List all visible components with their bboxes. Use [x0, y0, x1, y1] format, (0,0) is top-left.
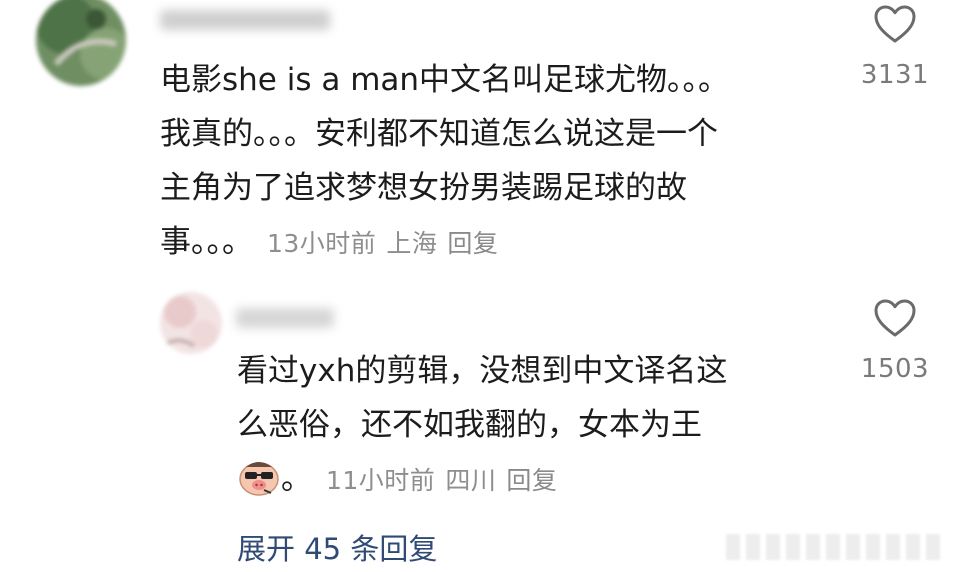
comment-meta: 13小时前 上海 回复 — [267, 229, 508, 258]
reply-button[interactable]: 回复 — [447, 229, 498, 258]
like-button[interactable]: 1503 — [850, 298, 940, 384]
comment-time: 13小时前 — [267, 229, 377, 258]
username-blurred — [236, 308, 334, 328]
expand-replies-link[interactable]: 展开 45 条回复 — [237, 526, 437, 568]
watermark-blurred — [726, 534, 946, 560]
like-count: 3131 — [860, 60, 930, 90]
comment-location: 上海 — [386, 229, 438, 258]
like-button[interactable]: 3131 — [850, 4, 940, 90]
avatar[interactable] — [160, 292, 222, 354]
emoji-trailer: 。 — [281, 461, 312, 497]
cool-pig-emoji-icon — [237, 457, 281, 514]
comment-text: 看过yxh的剪辑，没想到中文译名这 么恶俗，还不如我翻的，女本为王 。 11小时前… — [237, 344, 837, 514]
comment-body: 看过yxh的剪辑，没想到中文译名这 么恶俗，还不如我翻的，女本为王 — [237, 353, 728, 443]
avatar[interactable] — [36, 0, 126, 86]
comment-location: 四川 — [445, 466, 497, 495]
heart-outline-icon[interactable] — [873, 298, 917, 338]
comment-meta: 11小时前 四川 回复 — [326, 466, 567, 495]
comment-time: 11小时前 — [326, 466, 436, 495]
username-blurred — [160, 10, 330, 30]
heart-outline-icon[interactable] — [873, 4, 917, 44]
comment-text: 电影she is a man中文名叫足球尤物。。。 我真的。。。安利都不知道怎么… — [160, 53, 840, 271]
like-count: 1503 — [860, 354, 930, 384]
reply-button[interactable]: 回复 — [506, 466, 557, 495]
